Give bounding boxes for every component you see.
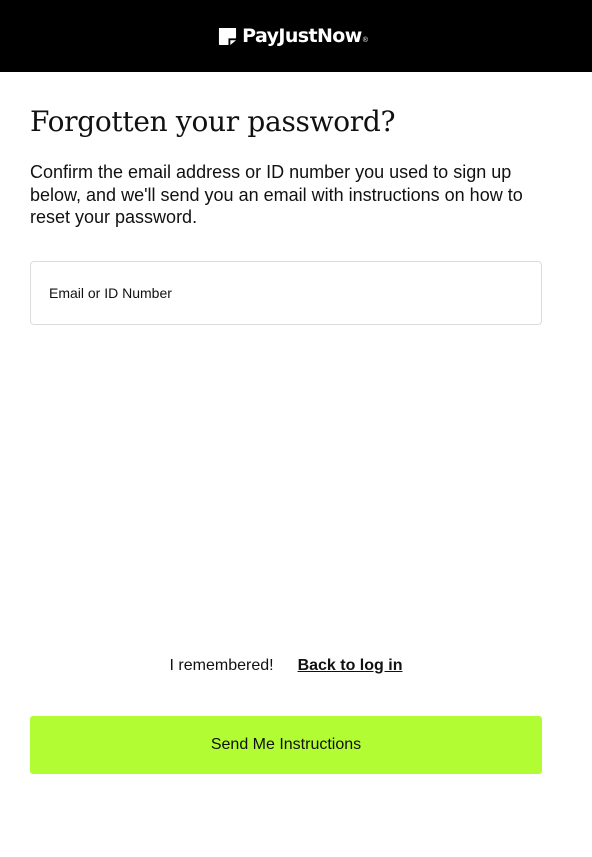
brand-name: PayJustNow [242,25,362,47]
send-instructions-button[interactable]: Send Me Instructions [30,716,542,774]
brand-flag-icon [219,27,237,45]
page-title: Forgotten your password? [30,105,396,138]
brand-logo[interactable]: PayJustNow ® [218,25,368,47]
registered-mark: ® [362,36,368,44]
back-to-login-link[interactable]: Back to log in [298,657,403,675]
top-header-bar: PayJustNow ® [0,0,592,72]
remembered-row: I remembered! Back to log in [0,657,572,675]
page-description: Confirm the email address or ID number y… [30,162,523,227]
remembered-text: I remembered! [169,657,274,674]
email-or-id-field [30,261,542,325]
email-or-id-input[interactable] [31,262,541,324]
